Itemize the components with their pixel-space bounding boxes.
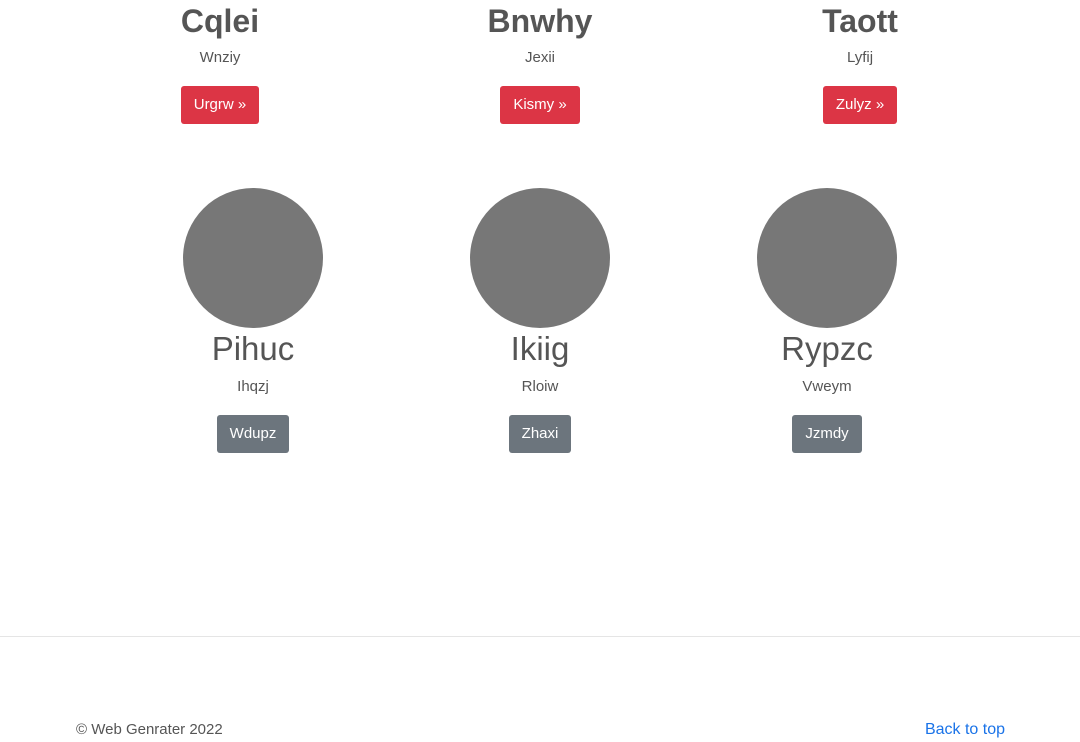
profile-card-1: Pihuc Ihqzj Wdupz [143, 188, 363, 453]
page: Cqlei Wnziy Urgrw » Bnwhy Jexii Kismy » … [0, 0, 1080, 742]
feature-button[interactable]: Zulyz » [822, 86, 898, 124]
copyright-text: © Web Genrater 2022 [76, 721, 223, 738]
footer-divider [0, 636, 1080, 637]
back-to-top-link[interactable]: Back to top [925, 720, 1005, 740]
feature-subtitle: Lyfij [846, 49, 874, 66]
profile-title: Pihuc [211, 330, 295, 367]
feature-card-1: Cqlei Wnziy Urgrw » [120, 0, 320, 124]
avatar-placeholder [757, 188, 897, 328]
profile-card-2: Ikiig Rloiw Zhaxi [430, 188, 650, 453]
feature-title: Cqlei [180, 3, 260, 39]
profile-card-3: Rypzc Vweym Jzmdy [717, 188, 937, 453]
profile-title: Rypzc [781, 330, 873, 367]
profile-subtitle: Ihqzj [237, 378, 269, 395]
profile-subtitle: Vweym [802, 378, 852, 395]
profile-button[interactable]: Zhaxi [508, 415, 572, 453]
profile-button[interactable]: Wdupz [216, 415, 290, 453]
profile-title: Ikiig [510, 330, 570, 367]
feature-button[interactable]: Urgrw » [180, 86, 260, 124]
avatar-placeholder [183, 188, 323, 328]
avatar-placeholder [470, 188, 610, 328]
feature-title: Taott [822, 3, 898, 39]
profile-subtitle: Rloiw [521, 378, 559, 395]
feature-title: Bnwhy [487, 3, 593, 39]
feature-card-2: Bnwhy Jexii Kismy » [440, 0, 640, 124]
profile-button[interactable]: Jzmdy [792, 415, 862, 453]
feature-button[interactable]: Kismy » [500, 86, 580, 124]
feature-subtitle: Wnziy [199, 49, 241, 66]
feature-subtitle: Jexii [524, 49, 555, 66]
feature-card-3: Taott Lyfij Zulyz » [760, 0, 960, 124]
